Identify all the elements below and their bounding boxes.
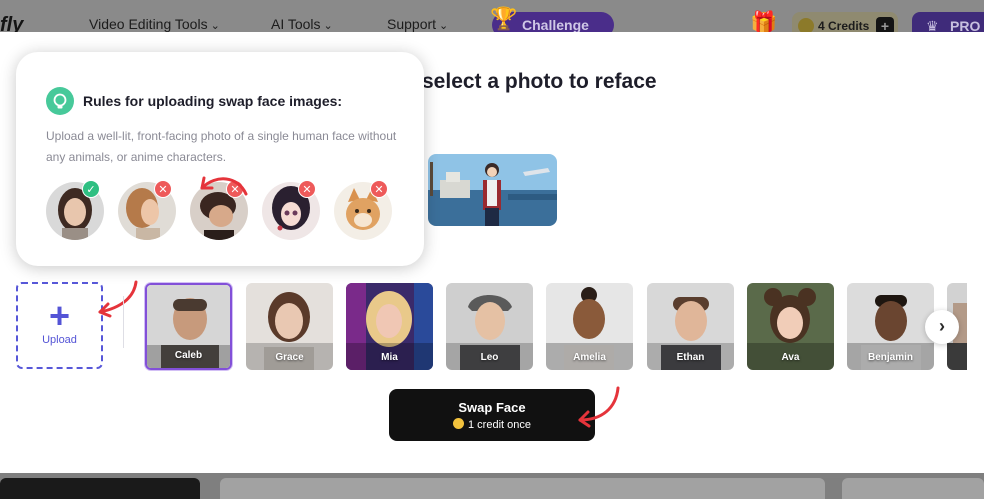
check-icon: ✓ [82,180,100,198]
nav-label: AI Tools [271,16,321,32]
face-name: Mia [381,352,398,363]
x-icon: ✕ [154,180,172,198]
coin-icon [453,418,464,429]
harbor-scene-image [428,154,557,226]
face-option-ava[interactable]: Ava [747,283,834,370]
face-option-grace[interactable]: Grace [246,283,333,370]
face-option-caleb[interactable]: Caleb [145,283,232,370]
face-name: Ethan [676,352,705,363]
plus-icon: + [48,295,71,336]
credits-label: 4 Credits [818,19,870,33]
face-option-amelia[interactable]: Amelia [546,283,633,370]
background-card [0,478,200,499]
red-arrow-icon [578,386,620,428]
nav-ai-tools[interactable]: AI Tools ⌄ [271,16,333,32]
swap-face-button[interactable]: Swap Face 1 credit once [389,389,595,441]
bulb-icon [46,87,74,115]
chevron-down-icon: ⌄ [323,20,333,32]
face-option-leo[interactable]: Leo [446,283,533,370]
face-name: Leo [480,352,499,363]
face-name: Amelia [573,352,606,363]
nav-support[interactable]: Support ⌄ [387,16,448,32]
credit-cost: 1 credit once [389,418,595,431]
face-option-mia[interactable]: Mia [346,283,433,370]
nav-label: Video Editing Tools [89,16,208,32]
face-name: Grace [275,352,304,363]
face-option-benjamin[interactable]: Benjamin [847,283,934,370]
background-card [220,478,825,499]
chevron-down-icon: ⌄ [210,20,220,32]
chevron-down-icon: ⌄ [439,20,449,32]
target-scene-thumbnail[interactable] [428,154,557,226]
face-name: Caleb [174,350,203,361]
credit-cost-label: 1 credit once [468,419,531,431]
x-icon: ✕ [370,180,388,198]
swap-face-label: Swap Face [458,400,526,415]
trophy-icon: 🏆 [490,6,518,31]
face-name: Benjamin [867,352,913,363]
face-option-ethan[interactable]: Ethan [647,283,734,370]
nav-label: Support [387,16,437,32]
red-arrow-icon [98,280,138,318]
challenge-label: Challenge [522,17,589,33]
next-faces-button[interactable]: › [925,310,959,344]
nav-video-editing-tools[interactable]: Video Editing Tools ⌄ [89,16,220,32]
upload-rules-popover: Rules for uploading swap face images: Up… [16,52,424,266]
upload-button[interactable]: + Upload [16,282,103,369]
modal-headline: select a photo to reface [422,70,657,93]
background-card [842,478,984,499]
rules-description: Upload a well-lit, front-facing photo of… [46,129,397,164]
chevron-right-icon: › [939,316,945,336]
x-icon: ✕ [298,180,316,198]
face-name: Ava [781,352,800,363]
upload-label: Upload [42,334,77,346]
rules-title: Rules for uploading swap face images: [83,93,343,109]
bulb-icon-svg [53,93,67,109]
divider [123,296,124,348]
red-arrow-icon [200,176,248,196]
